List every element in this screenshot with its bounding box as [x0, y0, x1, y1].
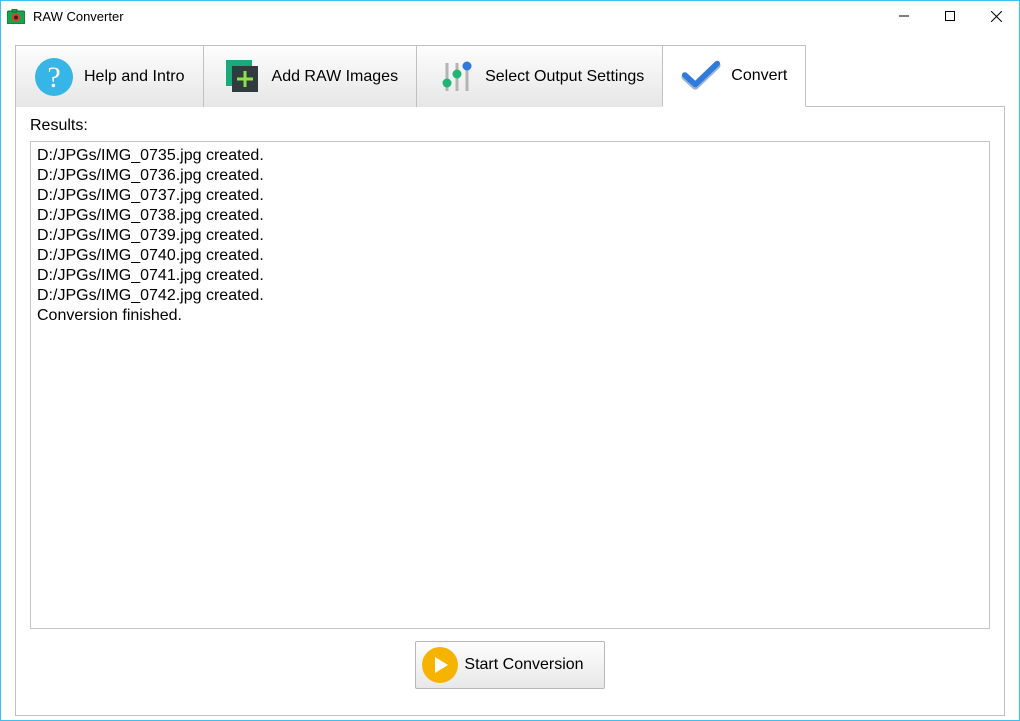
app-window: RAW Converter ? Help and In	[0, 0, 1020, 721]
title-bar[interactable]: RAW Converter	[1, 1, 1019, 31]
button-row: Start Conversion	[30, 641, 990, 689]
tab-help[interactable]: ? Help and Intro	[15, 45, 204, 107]
tab-output-settings[interactable]: Select Output Settings	[416, 45, 663, 107]
settings-sliders-icon	[435, 57, 475, 97]
window-controls	[881, 1, 1019, 31]
tab-convert[interactable]: Convert	[662, 45, 806, 107]
start-button-label: Start Conversion	[464, 656, 583, 674]
svg-text:?: ?	[47, 61, 60, 94]
checkmark-icon	[681, 56, 721, 96]
tab-label: Add RAW Images	[272, 68, 399, 86]
client-area: ? Help and Intro Add RAW Images	[1, 31, 1019, 720]
start-conversion-button[interactable]: Start Conversion	[415, 641, 604, 689]
results-label: Results:	[30, 117, 990, 135]
results-textbox[interactable]: D:/JPGs/IMG_0735.jpg created. D:/JPGs/IM…	[30, 141, 990, 629]
tab-label: Select Output Settings	[485, 68, 644, 86]
help-icon: ?	[34, 57, 74, 97]
close-button[interactable]	[973, 1, 1019, 31]
tab-add-images[interactable]: Add RAW Images	[203, 45, 418, 107]
app-icon	[7, 9, 25, 24]
tab-row: ? Help and Intro Add RAW Images	[15, 45, 1005, 107]
tab-label: Convert	[731, 67, 787, 85]
tab-label: Help and Intro	[84, 68, 185, 86]
maximize-button[interactable]	[927, 1, 973, 31]
add-images-icon	[222, 57, 262, 97]
window-title: RAW Converter	[33, 9, 881, 24]
convert-panel: Results: D:/JPGs/IMG_0735.jpg created. D…	[15, 106, 1005, 716]
minimize-button[interactable]	[881, 1, 927, 31]
play-icon	[422, 647, 458, 683]
